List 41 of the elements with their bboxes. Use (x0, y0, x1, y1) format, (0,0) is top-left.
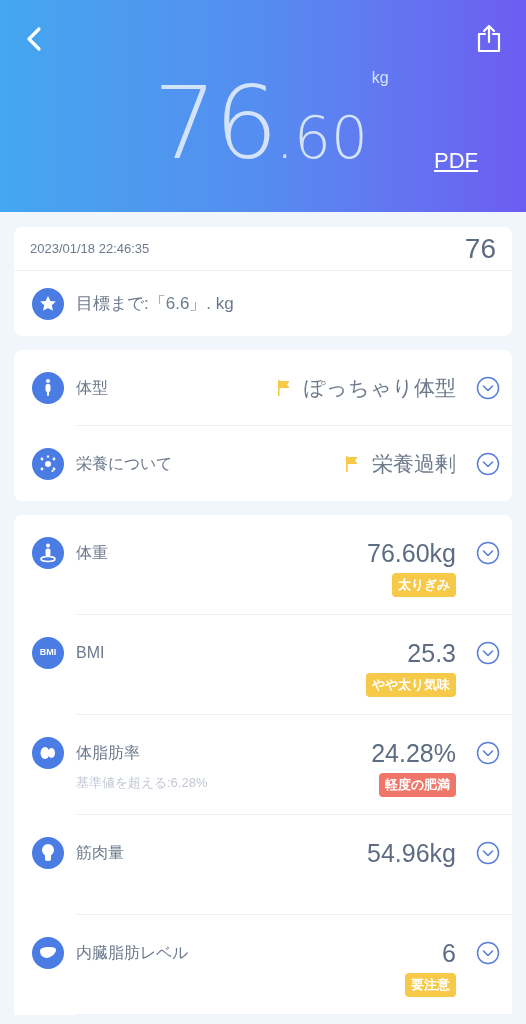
pdf-link[interactable]: PDF (434, 144, 478, 177)
metric-label: 内臓脂肪レベル (76, 943, 188, 963)
metric-label: 筋肉量 (76, 843, 124, 863)
expand-icon[interactable] (476, 841, 500, 865)
weight-integer: 76 (153, 74, 276, 174)
assessment-label: 栄養について (76, 453, 172, 474)
share-icon[interactable] (476, 24, 502, 54)
metric-label: 体脂肪率 (76, 743, 141, 763)
weight-decimal: .60 (275, 109, 368, 167)
metric-note: 基準値を超える:6.28% (76, 774, 208, 792)
metric-value: 24.28% (371, 738, 456, 769)
unit-label: kg (371, 68, 389, 88)
flag-icon (276, 378, 292, 397)
flag-icon (344, 454, 360, 473)
drops-icon (32, 737, 64, 769)
record-datetime: 2023/01/18 22:46:35 (30, 239, 150, 258)
record-score: 76 (464, 231, 496, 266)
metric-label: BMI (76, 643, 105, 663)
person-icon (32, 537, 64, 569)
expand-icon[interactable] (476, 451, 500, 476)
expand-icon[interactable] (476, 375, 500, 400)
status-badge: 軽度の肥満 (379, 773, 456, 797)
goal-text: 目標まで:「6.6」. kg (76, 292, 234, 315)
expand-icon[interactable] (476, 541, 500, 565)
metric-value: 6 (442, 938, 456, 969)
assessment-label: 体型 (76, 377, 108, 398)
metric-label: 体重 (76, 543, 108, 563)
status-badge: 要注意 (405, 973, 456, 997)
expand-icon[interactable] (476, 941, 500, 965)
metric-value: 25.3 (407, 638, 456, 669)
status-badge: やや太り気味 (366, 673, 456, 697)
metric-value: 54.96kg (367, 838, 456, 869)
expand-icon[interactable] (476, 641, 500, 665)
metric-value: 76.60kg (367, 538, 456, 569)
person-icon (32, 371, 64, 404)
assessment-value: 栄養過剰 (372, 450, 456, 477)
status-badge: 太りぎみ (392, 573, 456, 597)
dots-icon (32, 447, 64, 480)
assessment-value: ぽっちゃり体型 (304, 374, 456, 401)
expand-icon[interactable] (476, 741, 500, 765)
bmi-icon: BMI (32, 637, 64, 669)
